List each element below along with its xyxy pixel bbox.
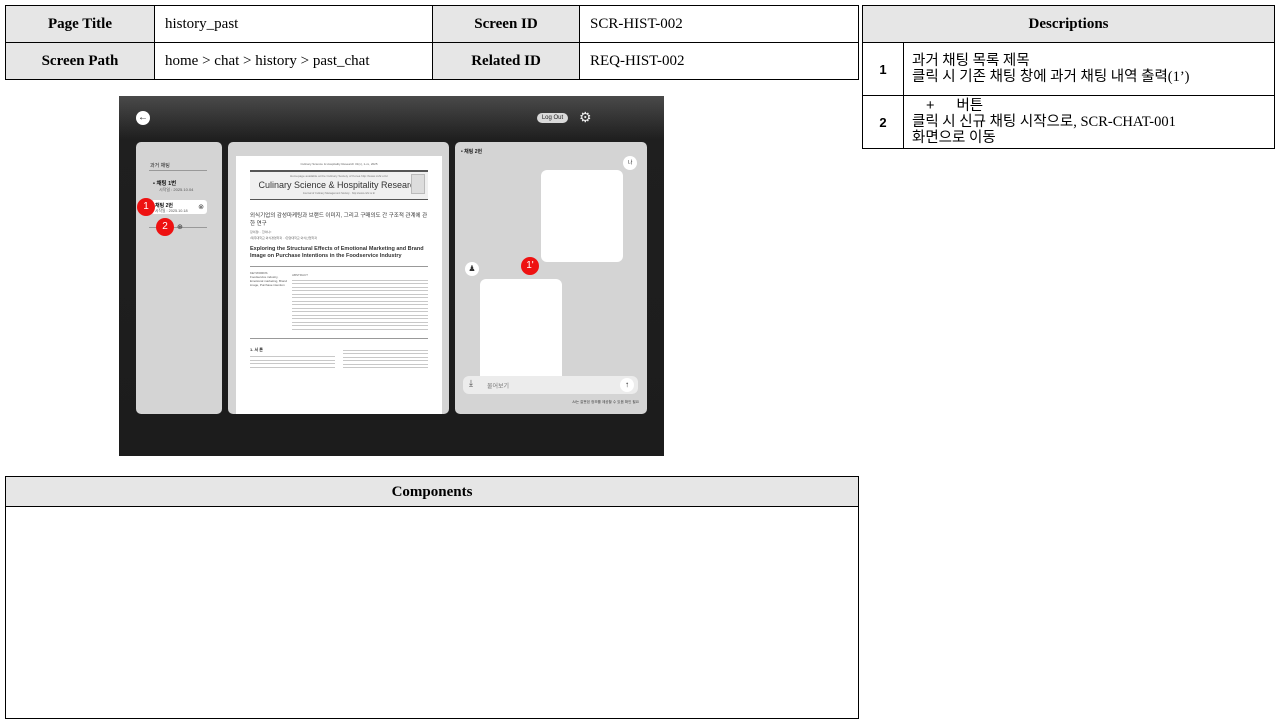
- gear-icon[interactable]: ⚙: [579, 110, 592, 124]
- close-icon[interactable]: ⊗: [198, 203, 204, 211]
- keywords-text: Foodservice industry, Emotional marketin…: [250, 275, 288, 287]
- page-title-value: history_past: [154, 5, 433, 43]
- history-item-title: 채팅 2번: [155, 203, 173, 209]
- screen-path-value: home > chat > history > past_chat: [154, 42, 433, 80]
- paper-column-right: [343, 347, 428, 371]
- descriptions-table: Descriptions 1 과거 채팅 목록 제목 클릭 시 기존 채팅 창에…: [862, 5, 1275, 149]
- send-button[interactable]: ↑: [620, 378, 634, 392]
- text-line: [292, 300, 428, 302]
- text-line: [292, 325, 428, 326]
- section-title: 1. 서 론: [250, 347, 263, 352]
- app-screenshot: ← Log Out ⚙ 과거 채팅 • 채팅 1번 시작일 : 2025.10.…: [119, 96, 664, 456]
- header-table: Page Title history_past Screen ID SCR-HI…: [5, 5, 859, 80]
- marker-1: 1: [137, 198, 155, 216]
- paper-page: Culinary Science & Hospitality Research …: [236, 156, 442, 414]
- document-viewer[interactable]: Culinary Science & Hospitality Research …: [228, 142, 449, 414]
- history-item-date: 시작일 : 2025.10.04: [159, 187, 194, 192]
- abstract-label: ABSTRACT: [292, 273, 309, 277]
- text-line: [292, 293, 428, 295]
- history-sidebar: 과거 채팅 • 채팅 1번 시작일 : 2025.10.04 채팅 2번 시작일…: [136, 142, 222, 414]
- screen-id-value: SCR-HIST-002: [579, 5, 859, 43]
- text-line: [292, 314, 428, 316]
- text-line: [292, 283, 428, 284]
- new-chat-button[interactable]: ⊕: [177, 224, 183, 231]
- paper-column-left: 1. 서 론: [250, 347, 335, 371]
- history-item-title: • 채팅 1번: [153, 181, 177, 187]
- desc-2-line2: 클릭 시 신규 채팅 시작으로, SCR-CHAT-001: [912, 114, 1176, 130]
- desc-text-2: + 버튼 클릭 시 신규 채팅 시작으로, SCR-CHAT-001 화면으로 이…: [903, 95, 1275, 149]
- desc-2-line3: 화면으로 이동: [912, 130, 996, 146]
- chat-input-bar: ⤓ 물어보기 ↑: [463, 376, 638, 394]
- text-line: [292, 297, 428, 298]
- paper-keywords: KEYWORDS Foodservice industry, Emotional…: [250, 271, 292, 332]
- related-id-value: REQ-HIST-002: [579, 42, 859, 80]
- divider: [250, 266, 428, 267]
- arrow-left-icon: ←: [138, 112, 148, 123]
- related-id-label: Related ID: [432, 42, 580, 80]
- text-line: [292, 311, 428, 312]
- paper-body-columns: 1. 서 론: [250, 347, 428, 371]
- text-line: [292, 321, 428, 323]
- marker-2: 2: [156, 218, 174, 236]
- chat-input[interactable]: 물어보기: [487, 381, 509, 390]
- logout-button[interactable]: Log Out: [537, 113, 568, 123]
- paper-affiliation: ¹제주대학교 외식경영학과 · ²한양대학교 외식산업학과: [250, 236, 318, 240]
- text-line: [292, 286, 428, 288]
- history-item-1[interactable]: • 채팅 1번 시작일 : 2025.10.04: [153, 179, 211, 193]
- page-title-label: Page Title: [5, 5, 155, 43]
- components-section: Components: [5, 476, 859, 719]
- plus-icon: ⊕: [177, 224, 183, 231]
- desc-2-button-word: 버튼: [956, 98, 984, 114]
- text-line: [292, 318, 428, 319]
- disclaimer-text: AI는 잘못된 정보를 제공할 수 있음 확인 필요: [572, 400, 639, 404]
- marker-1-prime: 1': [521, 257, 539, 275]
- text-line: [292, 328, 428, 330]
- download-icon[interactable]: ⤓: [469, 378, 473, 389]
- text-line: [292, 304, 428, 305]
- text-line: [292, 307, 428, 309]
- arrow-up-icon: ↑: [625, 380, 629, 389]
- bot-message-bubble: [480, 279, 562, 383]
- journal-availability: Homepage available at the Culinary Socie…: [289, 174, 389, 178]
- bot-avatar-icon: ♟: [465, 262, 479, 276]
- journal-url: Journal of Culinary Management Society ·…: [302, 192, 376, 195]
- paper-korean-title: 외식기업의 감성마케팅과 브랜드 이미지, 그리고 구매의도 간 구조적 관계에…: [250, 213, 428, 227]
- history-item-2[interactable]: 채팅 2번 시작일 : 2025.10.18 ⊗: [151, 200, 207, 214]
- chat-title: • 채팅 2번: [461, 149, 483, 155]
- back-button[interactable]: ←: [136, 111, 150, 125]
- chat-panel: • 채팅 2번 나 ♟ ⤓ 물어보기 ↑ AI는 잘못된 정보를 제공할 수 있…: [455, 142, 647, 414]
- desc-2-line1: + 버튼: [912, 98, 1266, 114]
- descriptions-title: Descriptions: [862, 5, 1275, 43]
- paper-abstract: KEYWORDS Foodservice industry, Emotional…: [250, 271, 428, 332]
- text-line: [292, 290, 428, 291]
- sidebar-title: 과거 채팅: [150, 163, 170, 169]
- paper-english-title: Exploring the Structural Effects of Emot…: [250, 246, 424, 259]
- abstract-body: ABSTRACT: [292, 271, 428, 332]
- text-line: [292, 279, 428, 281]
- journal-cover-image: [411, 174, 425, 194]
- screen-id-label: Screen ID: [432, 5, 580, 43]
- user-avatar: 나: [623, 156, 637, 170]
- journal-title: Culinary Science & Hospitality Research: [258, 180, 420, 190]
- history-item-date: 시작일 : 2025.10.18: [155, 209, 188, 213]
- desc-1-line2: 클릭 시 기존 채팅 창에 과거 채팅 내역 출력(1’): [912, 69, 1190, 85]
- screen-path-label: Screen Path: [5, 42, 155, 80]
- plus-icon: +: [926, 98, 935, 114]
- desc-1-line1: 과거 채팅 목록 제목: [912, 53, 1030, 69]
- divider: [250, 338, 428, 339]
- desc-num-2: 2: [862, 95, 904, 149]
- paper-header-line: Culinary Science & Hospitality Research …: [300, 162, 378, 166]
- user-message-bubble: [541, 170, 623, 262]
- divider: [149, 170, 207, 171]
- desc-text-1: 과거 채팅 목록 제목 클릭 시 기존 채팅 창에 과거 채팅 내역 출력(1’…: [903, 42, 1275, 96]
- paper-authors: 장이정¹ · 한이나²: [250, 230, 272, 234]
- journal-banner: Homepage available at the Culinary Socie…: [250, 170, 428, 200]
- components-title: Components: [6, 477, 858, 507]
- desc-num-1: 1: [862, 42, 904, 96]
